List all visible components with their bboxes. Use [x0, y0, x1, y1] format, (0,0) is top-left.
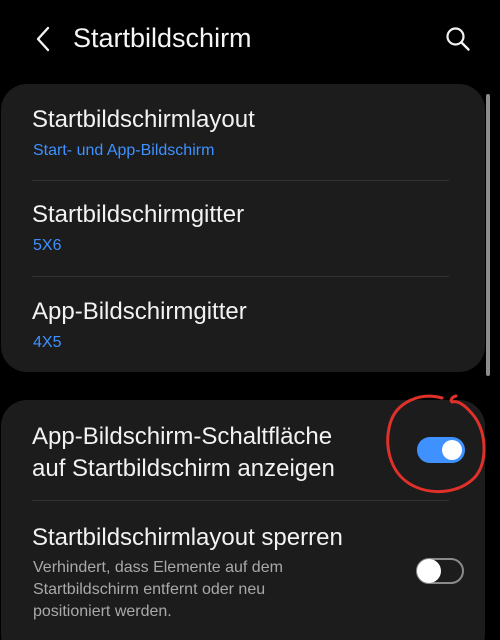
setting-row-apps-button[interactable]: App-Bildschirm-Schaltfläche auf Startbil…	[1, 400, 485, 500]
setting-value: Start- und App-Bildschirm	[33, 142, 215, 159]
setting-title: Startbildschirmlayout sperren	[32, 524, 343, 551]
setting-row-apps-grid[interactable]: App-Bildschirmgitter 4X5	[1, 277, 485, 372]
settings-screen: Startbildschirm Startbildschirmlayout St…	[0, 0, 500, 640]
lock-layout-toggle[interactable]	[416, 558, 464, 584]
search-button[interactable]	[439, 20, 477, 58]
toggle-knob	[417, 559, 441, 583]
setting-title: Startbildschirmlayout	[32, 106, 255, 133]
settings-card-toggles: App-Bildschirm-Schaltfläche auf Startbil…	[1, 400, 485, 640]
setting-title-line: auf Startbildschirm anzeigen	[32, 455, 335, 482]
chevron-left-icon	[36, 26, 50, 52]
setting-row-home-grid[interactable]: Startbildschirmgitter 5X6	[1, 181, 485, 276]
toggle-knob	[442, 440, 462, 460]
scrollbar[interactable]	[486, 94, 490, 376]
setting-title: App-Bildschirm-Schaltfläche auf Startbil…	[32, 421, 402, 485]
page-title: Startbildschirm	[73, 23, 252, 53]
description-line: Verhindert, dass Elemente auf dem	[33, 559, 283, 576]
setting-row-lock-layout[interactable]: Startbildschirmlayout sperren Verhindert…	[1, 501, 485, 640]
setting-value: 4X5	[33, 334, 62, 351]
app-bar: Startbildschirm	[0, 0, 500, 80]
description-line: positioniert werden.	[33, 603, 172, 620]
setting-row-home-layout[interactable]: Startbildschirmlayout Start- und App-Bil…	[1, 84, 485, 180]
apps-button-toggle[interactable]	[417, 437, 465, 463]
search-icon	[446, 27, 470, 51]
setting-description: Verhindert, dass Elemente auf dem Startb…	[33, 557, 393, 623]
setting-title: Startbildschirmgitter	[32, 201, 245, 228]
back-button[interactable]	[26, 20, 60, 58]
setting-title: App-Bildschirmgitter	[32, 298, 247, 325]
description-line: Startbildschirm entfernt oder neu	[33, 581, 266, 598]
settings-card-layout: Startbildschirmlayout Start- und App-Bil…	[1, 84, 485, 372]
setting-value: 5X6	[33, 237, 62, 254]
setting-title-line: App-Bildschirm-Schaltfläche	[32, 423, 333, 450]
